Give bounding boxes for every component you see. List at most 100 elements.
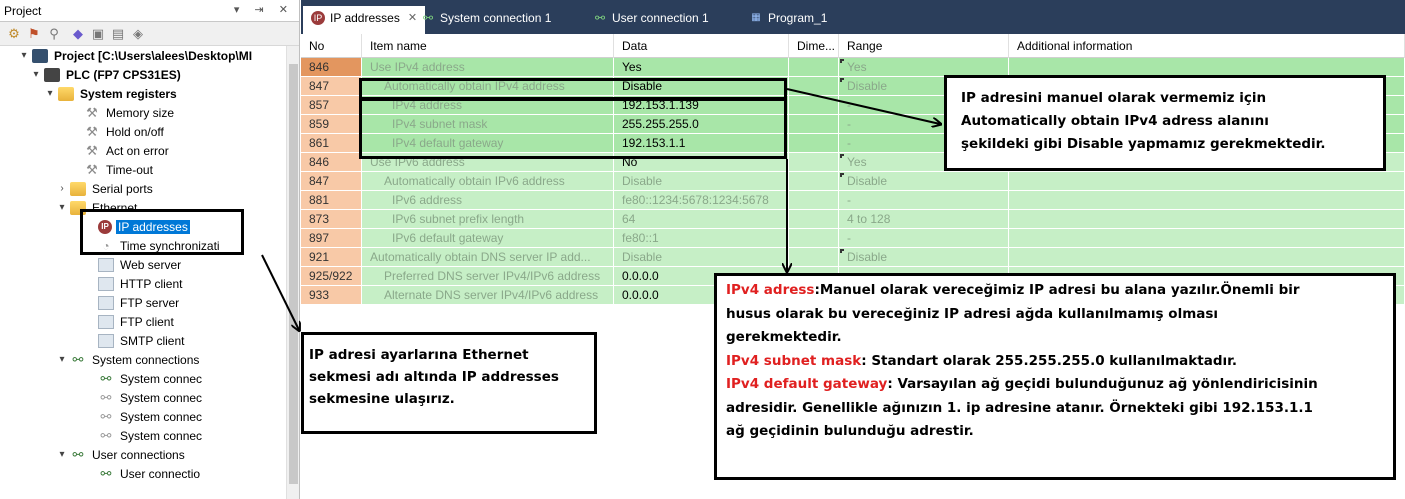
range-cell[interactable]: Disable [839,172,1009,191]
panel-window-buttons[interactable]: ▾ ⇥ ✕ [234,3,294,16]
dimension-cell[interactable] [789,77,839,96]
item-name-cell[interactable]: IPv6 address [362,191,614,210]
tree-item[interactable]: ⚒ Act on error [70,141,171,160]
tree-item[interactable]: SMTP client [84,331,186,350]
tree-item[interactable]: ⚒ Hold on/off [70,122,166,141]
row-number-cell[interactable]: 847 [301,172,362,191]
tab-user-connection-1[interactable]: ⚯ User connection 1 [585,6,717,34]
tree-filter-icon[interactable]: ⚲ [46,26,62,42]
dimension-cell[interactable] [789,134,839,153]
data-cell[interactable]: fe80::1234:5678:1234:5678 [614,191,789,210]
tab-ip-addresses[interactable]: IP IP addresses ✕ [303,6,426,34]
range-cell[interactable]: - [839,229,1009,248]
row-number-cell[interactable]: 859 [301,115,362,134]
additional-info-cell[interactable] [1009,172,1405,191]
tree-item[interactable]: ▾ PLC (FP7 CPS31ES) [30,65,183,84]
expand-arrow-icon[interactable]: ▾ [30,69,42,80]
tree-item[interactable]: ▾ ⚯ System connections [56,350,201,369]
row-number-cell[interactable]: 933 [301,286,362,305]
tree-item[interactable]: ⚯ System connec [84,388,204,407]
item-name-column-header[interactable]: Item name [362,34,614,58]
dimension-cell[interactable] [789,191,839,210]
data-cell[interactable]: Yes [614,58,789,77]
expand-arrow-icon[interactable]: ▾ [18,50,30,61]
dimension-cell[interactable] [789,115,839,134]
tree-item[interactable]: ⚯ System connec [84,426,204,445]
tree-expand-icon[interactable]: ⚙ [6,26,22,42]
additional-info-cell[interactable] [1009,229,1405,248]
data-cell[interactable]: Disable [614,248,789,267]
tree-item[interactable]: HTTP client [84,274,184,293]
compile-icon[interactable]: ▣ [90,26,106,42]
row-number-cell[interactable]: 861 [301,134,362,153]
dimension-cell[interactable] [789,153,839,172]
row-number-cell[interactable]: 921 [301,248,362,267]
tree-item[interactable]: ⚯ System connec [84,369,204,388]
row-number-cell[interactable]: 846 [301,58,362,77]
table-row[interactable]: 921 Automatically obtain DNS server IP ad… [301,248,1405,267]
tree-item[interactable]: ⚒ Memory size [70,103,176,122]
range-cell[interactable]: Disable [839,248,1009,267]
data-cell[interactable]: fe80::1 [614,229,789,248]
item-name-cell[interactable]: Alternate DNS server IPv4/IPv6 address [362,286,614,305]
dimension-cell[interactable] [789,172,839,191]
settings-icon[interactable]: ◈ [130,26,146,42]
item-name-cell[interactable]: Automatically obtain DNS server IP add..… [362,248,614,267]
expand-arrow-icon[interactable]: ▾ [44,88,56,99]
data-cell[interactable]: Disable [614,172,789,191]
additional-info-column-header[interactable]: Additional information [1009,34,1405,58]
dimension-column-header[interactable]: Dime... [789,34,839,58]
table-row[interactable]: 897 IPv6 default gateway fe80::1 - [301,229,1405,248]
expand-arrow-icon[interactable]: ▾ [56,449,68,460]
item-name-cell[interactable]: Use IPv4 address [362,58,614,77]
item-name-cell[interactable]: IPv6 subnet prefix length [362,210,614,229]
table-row[interactable]: 881 IPv6 address fe80::1234:5678:1234:5678… [301,191,1405,210]
data-cell[interactable]: 64 [614,210,789,229]
dimension-cell[interactable] [789,210,839,229]
tree-item[interactable]: FTP client [84,312,176,331]
tree-scrollbar-thumb[interactable] [289,64,298,484]
tab-system-connection-1[interactable]: ⚯ System connection 1 [413,6,559,34]
additional-info-cell[interactable] [1009,191,1405,210]
tree-item[interactable]: ⚯ User connectio [84,464,202,483]
additional-info-cell[interactable] [1009,248,1405,267]
row-number-cell[interactable]: 925/922 [301,267,362,286]
tree-item[interactable]: Web server [84,255,183,274]
table-row[interactable]: 873 IPv6 subnet prefix length 64 4 to 128 [301,210,1405,229]
row-number-cell[interactable]: 897 [301,229,362,248]
row-number-cell[interactable]: 846 [301,153,362,172]
tree-item[interactable]: › Serial ports [56,179,155,198]
tree-item[interactable]: ▾ ⚯ User connections [56,445,187,464]
row-number-cell[interactable]: 881 [301,191,362,210]
tree-item[interactable]: FTP server [84,293,181,312]
dimension-cell[interactable] [789,229,839,248]
item-name-cell[interactable]: IPv6 default gateway [362,229,614,248]
dimension-cell[interactable] [789,58,839,77]
row-number-cell[interactable]: 847 [301,77,362,96]
tree-item[interactable]: ▾ Project [C:\Users\alees\Desktop\MI [18,46,254,65]
range-column-header[interactable]: Range [839,34,1009,58]
item-name-cell[interactable]: Automatically obtain IPv6 address [362,172,614,191]
row-number-cell[interactable]: 873 [301,210,362,229]
table-row[interactable]: 847 Automatically obtain IPv6 address Disa… [301,172,1405,191]
expand-arrow-icon[interactable]: ▾ [56,354,68,365]
dimension-cell[interactable] [789,248,839,267]
dimension-cell[interactable] [789,96,839,115]
data-column-header[interactable]: Data [614,34,789,58]
range-cell[interactable]: 4 to 128 [839,210,1009,229]
download-icon[interactable]: ▤ [110,26,126,42]
tree-collapse-icon[interactable]: ⚑ [26,26,42,42]
additional-info-cell[interactable] [1009,210,1405,229]
range-cell[interactable]: - [839,191,1009,210]
item-name-cell[interactable]: Preferred DNS server IPv4/IPv6 address [362,267,614,286]
row-number-cell[interactable]: 857 [301,96,362,115]
tree-item[interactable]: ⚒ Time-out [70,160,155,179]
tree-item[interactable]: ▾ System registers [44,84,179,103]
expand-arrow-icon[interactable]: ▾ [56,202,68,213]
tree-item[interactable]: ⚯ System connec [84,407,204,426]
tab-program-1[interactable]: ▦ Program_1 [741,6,835,34]
online-icon[interactable]: ◆ [70,26,86,42]
tree-scrollbar[interactable] [286,46,299,499]
no-column-header[interactable]: No [301,34,362,58]
expand-arrow-icon[interactable]: › [56,183,68,194]
